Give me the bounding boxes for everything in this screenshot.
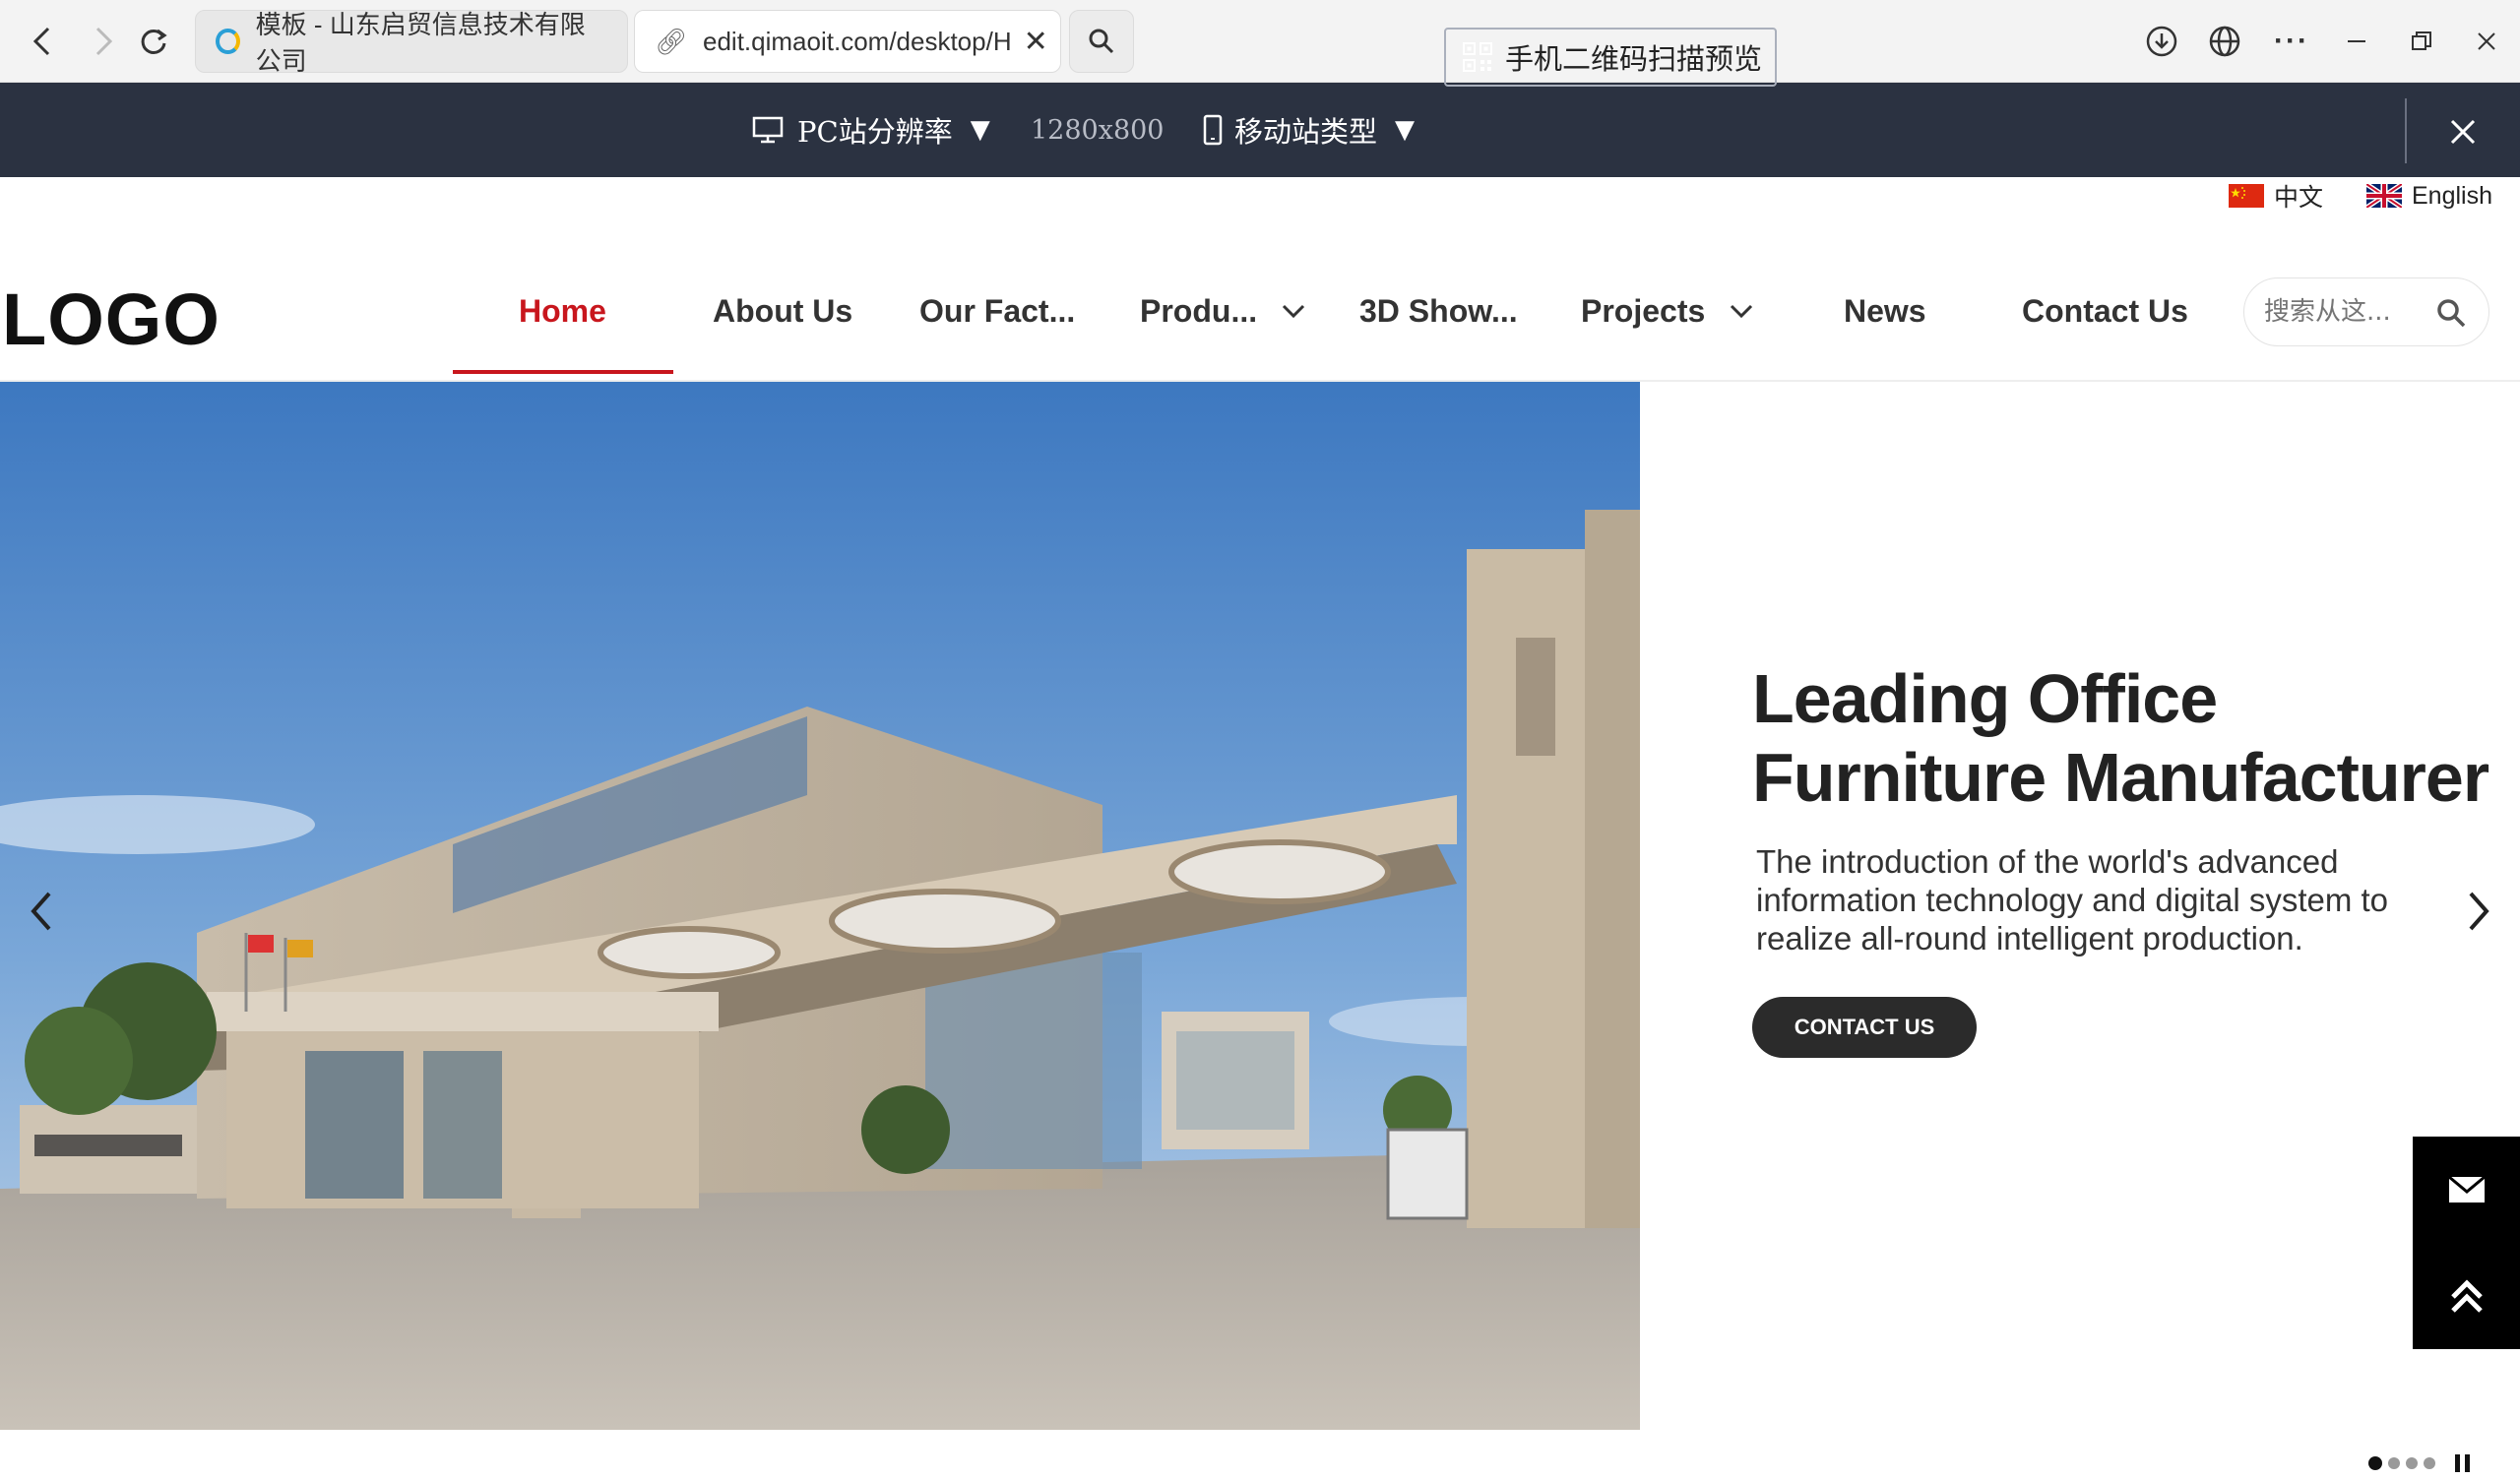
tab-title: 模板 - 山东启贸信息技术有限公司 [255, 10, 586, 76]
qr-preview-label: 手机二维码扫描预览 [1505, 42, 1763, 76]
nav-news[interactable]: News [1844, 285, 1926, 337]
site-search [2243, 278, 2489, 346]
forward-button[interactable] [81, 18, 128, 65]
link-icon: 🔗︎ [655, 26, 688, 56]
factory-building-image [0, 382, 1640, 1430]
cn-flag-icon [2229, 184, 2264, 208]
mobile-type-select[interactable]: 移动站类型 ▼ [1203, 83, 1415, 177]
close-icon [2478, 32, 2495, 50]
site-logo[interactable]: LOGO [2, 278, 220, 361]
search-icon [1089, 29, 1114, 54]
nav-our-factory[interactable]: Our Fact... [919, 285, 1075, 337]
lang-label: English [2412, 181, 2492, 210]
nav-projects[interactable]: Projects [1581, 285, 1756, 337]
email-button[interactable] [2413, 1137, 2520, 1243]
minimize-icon [2348, 40, 2365, 42]
chevron-right-icon [2469, 892, 2489, 931]
chevron-left-icon [31, 892, 51, 931]
phone-icon [1203, 114, 1223, 146]
nav-home[interactable]: Home [519, 285, 606, 337]
caret-down-icon: ▼ [970, 115, 990, 145]
chevron-left-icon [32, 27, 50, 56]
favicon [216, 29, 240, 54]
lang-english[interactable]: English [2366, 179, 2492, 213]
toolbar-divider [2405, 98, 2407, 163]
download-icon [2146, 26, 2177, 57]
reload-icon [141, 29, 167, 54]
back-button[interactable] [18, 18, 65, 65]
qr-preview-button[interactable]: 手机二维码扫描预览 [1444, 28, 1777, 87]
pc-resolution-label: PC站分辨率 [797, 115, 953, 149]
mobile-type-label: 移动站类型 [1234, 115, 1378, 149]
tab-editor[interactable]: 🔗︎ edit.qimaoit.com/desktop/H ✕ [634, 10, 1061, 73]
nav-products[interactable]: Produ... [1140, 285, 1308, 337]
restore-button[interactable] [2396, 16, 2447, 67]
tab-search-button[interactable] [1069, 10, 1134, 73]
nav-projects-label: Projects [1581, 292, 1706, 329]
slider-next-button[interactable] [2459, 884, 2508, 939]
window-close-button[interactable] [2461, 16, 2512, 67]
hero-title: Leading Office Furniture Manufacturer [1752, 660, 2489, 816]
caret-down-icon: ▼ [1395, 115, 1416, 145]
close-icon[interactable]: ✕ [1024, 25, 1048, 59]
pause-icon[interactable] [2455, 1454, 2475, 1472]
nav-products-label: Produ... [1140, 292, 1258, 329]
slide-dot[interactable] [2424, 1457, 2435, 1469]
download-button[interactable] [2136, 16, 2187, 67]
lang-label: 中文 [2274, 184, 2324, 212]
chevron-right-icon [95, 27, 113, 56]
active-nav-indicator [453, 370, 673, 374]
translate-button[interactable] [2199, 16, 2250, 67]
slider-prev-button[interactable] [22, 884, 71, 939]
editor-close-button[interactable] [2437, 106, 2488, 157]
resolution-value: 1280x800 [1031, 114, 1165, 146]
ellipsis-icon: ··· [2274, 25, 2309, 57]
minimize-button[interactable] [2331, 16, 2382, 67]
tab-title: edit.qimaoit.com/desktop/H [703, 26, 1012, 56]
hero-description: The introduction of the world's advanced… [1756, 843, 2389, 956]
monitor-icon [752, 116, 784, 144]
tab-template[interactable]: 模板 - 山东启贸信息技术有限公司 [195, 10, 628, 76]
lang-chinese[interactable]: 中文 [2229, 179, 2323, 213]
editor-toolbar: PC站分辨率 ▼ 1280x800 移动站类型 ▼ [0, 83, 2520, 177]
slide-dot[interactable] [2388, 1457, 2400, 1469]
search-icon[interactable] [2435, 297, 2467, 329]
more-menu-button[interactable]: ··· [2266, 16, 2317, 67]
nav-about-us[interactable]: About Us [713, 285, 852, 337]
close-icon [2450, 119, 2476, 145]
restore-icon [2412, 31, 2431, 50]
search-input[interactable] [2264, 297, 2422, 327]
qr-code-icon [1463, 42, 1492, 72]
slide-dot[interactable] [2406, 1457, 2418, 1469]
reload-button[interactable] [130, 18, 177, 65]
globe-icon [2209, 26, 2240, 57]
chevron-down-icon [1731, 304, 1753, 319]
chevron-down-icon [1283, 304, 1305, 319]
back-to-top-button[interactable] [2413, 1243, 2520, 1349]
envelope-icon [2447, 1175, 2486, 1202]
slide-dot[interactable] [2368, 1456, 2382, 1470]
double-chevron-up-icon [2450, 1279, 2483, 1313]
browser-toolbar: 模板 - 山东启贸信息技术有限公司 🔗︎ edit.qimaoit.com/de… [0, 0, 2520, 83]
floating-side-panel [2413, 1137, 2520, 1349]
contact-us-button[interactable]: CONTACT US [1752, 997, 1977, 1058]
uk-flag-icon [2366, 184, 2402, 208]
pc-resolution-select[interactable]: PC站分辨率 ▼ [752, 83, 990, 177]
nav-3d-showroom[interactable]: 3D Show... [1359, 285, 1518, 337]
nav-contact-us[interactable]: Contact Us [2022, 285, 2188, 337]
hero-image [0, 382, 1640, 1430]
slider-pagination [2368, 1454, 2475, 1472]
